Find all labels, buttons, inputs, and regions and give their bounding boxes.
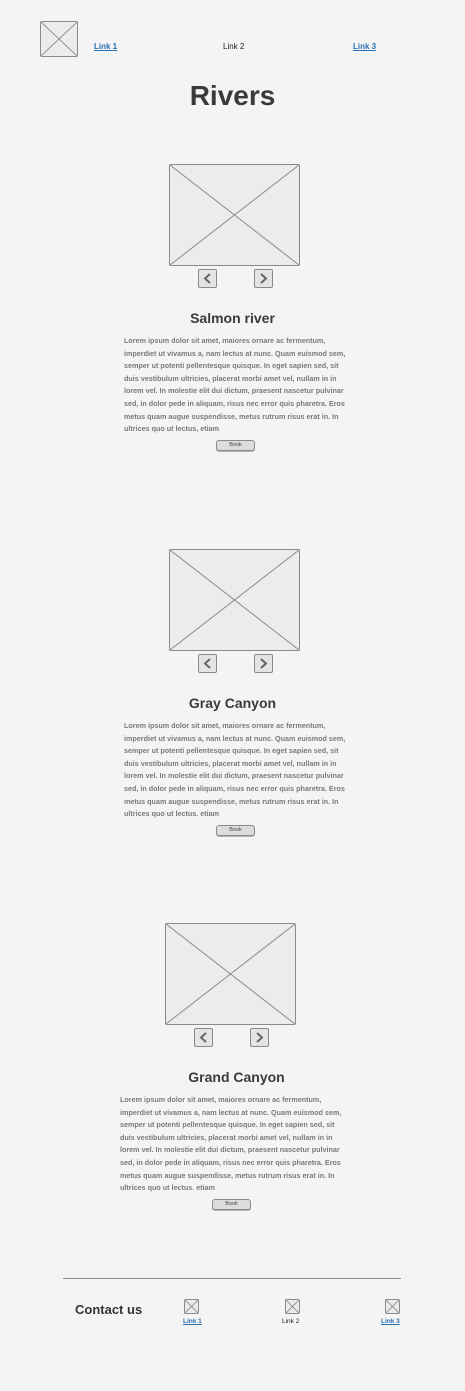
footer-icon-placeholder xyxy=(385,1299,400,1314)
chevron-left-icon xyxy=(199,1032,207,1043)
image-placeholder-icon xyxy=(170,165,299,265)
section-title: Salmon river xyxy=(190,310,275,326)
section-description: Lorem ipsum dolor sit amet, maiores orna… xyxy=(124,721,346,819)
footer-link-3[interactable]: Link 3 xyxy=(381,1318,400,1325)
book-button[interactable]: Book xyxy=(212,1199,251,1210)
prev-image-button[interactable] xyxy=(198,654,217,673)
contact-heading: Contact us xyxy=(75,1302,143,1317)
chevron-right-icon xyxy=(260,658,268,669)
image-placeholder-icon xyxy=(170,550,299,650)
section-image-placeholder xyxy=(165,923,296,1025)
footer-link-1[interactable]: Link 1 xyxy=(183,1318,202,1325)
section-title: Grand Canyon xyxy=(188,1069,285,1085)
image-placeholder-icon xyxy=(286,1300,299,1313)
footer-icon-placeholder xyxy=(285,1299,300,1314)
next-image-button[interactable] xyxy=(250,1028,269,1047)
section-title: Gray Canyon xyxy=(188,695,277,711)
section-description: Lorem ipsum dolor sit amet, maiores orna… xyxy=(120,1095,342,1193)
prev-image-button[interactable] xyxy=(198,269,217,288)
next-image-button[interactable] xyxy=(254,654,273,673)
chevron-left-icon xyxy=(203,658,211,669)
section-image-placeholder xyxy=(169,164,300,266)
nav-link-1[interactable]: Link 1 xyxy=(94,42,117,51)
footer-link-2[interactable]: Link 2 xyxy=(282,1318,299,1325)
page-title: Rivers xyxy=(189,80,276,111)
footer-divider xyxy=(63,1278,401,1279)
chevron-left-icon xyxy=(203,273,211,284)
section-image-placeholder xyxy=(169,549,300,651)
image-placeholder-icon xyxy=(185,1300,198,1313)
book-button[interactable]: Book xyxy=(216,825,255,836)
footer-icon-placeholder xyxy=(184,1299,199,1314)
image-placeholder-icon xyxy=(166,924,295,1024)
chevron-right-icon xyxy=(256,1032,264,1043)
section-description: Lorem ipsum dolor sit amet, maiores orna… xyxy=(124,336,346,434)
image-placeholder-icon xyxy=(386,1300,399,1313)
prev-image-button[interactable] xyxy=(194,1028,213,1047)
logo-image-placeholder xyxy=(40,21,78,57)
chevron-right-icon xyxy=(260,273,268,284)
book-button[interactable]: Book xyxy=(216,440,255,451)
nav-link-3[interactable]: Link 3 xyxy=(353,42,376,51)
image-placeholder-icon xyxy=(41,22,77,56)
next-image-button[interactable] xyxy=(254,269,273,288)
nav-link-2[interactable]: Link 2 xyxy=(223,42,244,51)
